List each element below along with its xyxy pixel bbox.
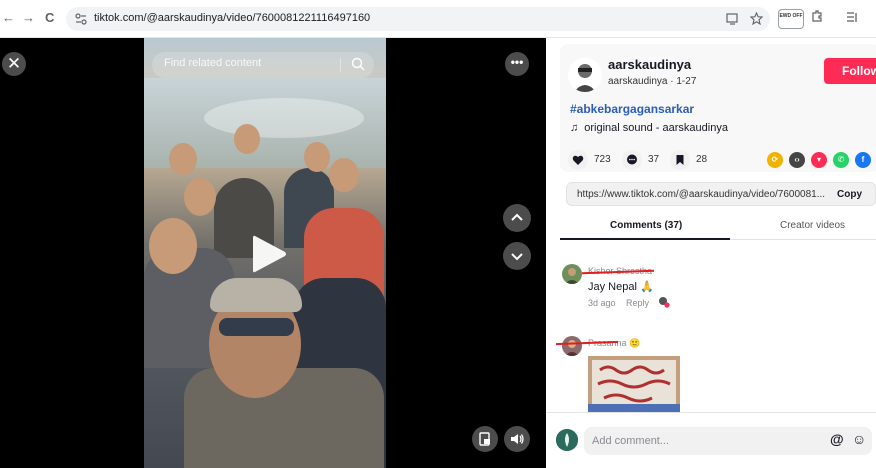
- comment-avatar[interactable]: [562, 336, 582, 356]
- hashtag-link[interactable]: #abkebargagansarkar: [570, 102, 694, 116]
- related-content-search-input[interactable]: [164, 57, 344, 69]
- active-tab-indicator: [560, 238, 730, 240]
- details-panel: aarskaudinya aarskaudinya · 1-27 Follow …: [546, 38, 876, 468]
- picture-in-picture-button[interactable]: [472, 426, 498, 452]
- back-icon[interactable]: ←: [2, 10, 15, 25]
- author-handle: aarskaudinya: [608, 76, 668, 87]
- site-settings-icon[interactable]: [74, 12, 88, 26]
- copy-link-button[interactable]: Copy: [837, 189, 862, 200]
- author-username[interactable]: aarskaudinya: [608, 57, 691, 72]
- author-avatar[interactable]: [568, 58, 602, 92]
- music-note-icon: ♫: [570, 122, 579, 134]
- creator-liked-icon: [658, 297, 670, 308]
- embed-icon[interactable]: ‹›: [789, 152, 805, 168]
- chevron-up-icon: [511, 213, 523, 221]
- search-divider: [340, 58, 341, 72]
- add-comment-input[interactable]: [584, 427, 872, 455]
- current-user-avatar: [556, 429, 578, 451]
- comment-avatar-image: [562, 264, 582, 284]
- forward-icon[interactable]: →: [22, 10, 35, 25]
- next-video-button[interactable]: [503, 242, 531, 270]
- extension-badge[interactable]: EWD OFF: [778, 9, 804, 29]
- previous-video-button[interactable]: [503, 204, 531, 232]
- reply-button[interactable]: Reply: [626, 298, 649, 308]
- emoji-icon[interactable]: ☺: [852, 431, 866, 447]
- like-count: 723: [594, 154, 611, 165]
- facebook-icon[interactable]: f: [855, 152, 871, 168]
- video-player-pane: ✕ •••: [0, 38, 546, 468]
- post-date: 1-27: [676, 76, 697, 87]
- add-comment-bar: @ ☺: [546, 412, 876, 468]
- comment-avatar[interactable]: [562, 264, 582, 284]
- current-user-avatar-image: [556, 429, 578, 451]
- save-count: 28: [696, 154, 708, 165]
- search-icon[interactable]: [350, 56, 366, 72]
- author-meta: aarskaudinya · 1-27: [608, 76, 696, 87]
- comment-count: 37: [648, 154, 660, 165]
- related-content-search[interactable]: [152, 52, 374, 78]
- comment-attached-image[interactable]: [588, 356, 680, 412]
- more-options-button[interactable]: •••: [505, 52, 529, 76]
- repost-icon[interactable]: ⟳: [767, 152, 783, 168]
- sound-name: original sound - aarskaudinya: [584, 122, 728, 134]
- play-icon[interactable]: [249, 232, 289, 276]
- reload-icon[interactable]: C: [45, 10, 54, 25]
- heart-icon: [572, 155, 584, 165]
- handwritten-sign-image: [588, 356, 680, 412]
- more-icon: •••: [510, 55, 524, 69]
- author-avatar-image: [568, 58, 602, 92]
- comment-text: Jay Nepal 🙏: [588, 281, 654, 293]
- browser-toolbar: ← → C tiktok.com/@aarskaudinya/video/760…: [0, 0, 876, 38]
- tab-creator-videos[interactable]: Creator videos: [780, 220, 845, 231]
- pip-icon: [479, 432, 490, 446]
- extensions-puzzle-icon[interactable]: [810, 9, 824, 23]
- close-video-button[interactable]: ✕: [2, 52, 26, 76]
- bookmark-icon: [676, 155, 684, 165]
- author-card: aarskaudinya aarskaudinya · 1-27 Follow …: [560, 44, 876, 172]
- follow-button[interactable]: Follow: [824, 58, 876, 84]
- panel-tabs: Comments (37) Creator videos: [560, 214, 876, 240]
- url-text: tiktok.com/@aarskaudinya/video/760008122…: [94, 12, 371, 24]
- volume-icon: [511, 434, 524, 444]
- reading-list-icon[interactable]: [846, 11, 858, 23]
- video-link-text[interactable]: https://www.tiktok.com/@aarskaudinya/vid…: [577, 189, 825, 200]
- send-icon[interactable]: ▾: [811, 152, 827, 168]
- comment-meta: 3d ago Reply: [588, 296, 670, 308]
- volume-button[interactable]: [504, 426, 530, 452]
- whatsapp-icon[interactable]: ✆: [833, 152, 849, 168]
- install-app-icon[interactable]: [726, 13, 739, 25]
- comment-time: 3d ago: [588, 298, 616, 308]
- address-bar[interactable]: tiktok.com/@aarskaudinya/video/760008122…: [66, 7, 770, 31]
- close-icon: ✕: [6, 54, 22, 73]
- video-link-box: https://www.tiktok.com/@aarskaudinya/vid…: [566, 182, 876, 206]
- sound-link[interactable]: ♫ original sound - aarskaudinya: [570, 122, 728, 134]
- bookmark-star-icon[interactable]: [750, 12, 763, 25]
- chevron-down-icon: [511, 253, 523, 261]
- tab-comments[interactable]: Comments (37): [610, 220, 682, 231]
- comment-icon: [627, 154, 637, 165]
- comment-avatar-image: [562, 336, 582, 356]
- mention-icon[interactable]: @: [830, 431, 844, 447]
